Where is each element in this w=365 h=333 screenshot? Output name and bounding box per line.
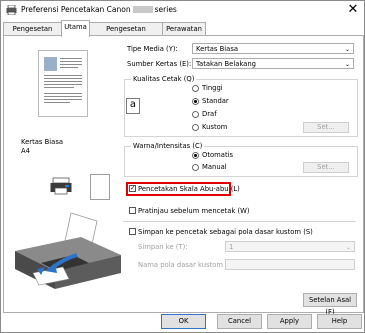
media-type-value: Kertas Biasa bbox=[196, 45, 239, 53]
radio-quality-draft-label: Draf bbox=[202, 110, 217, 118]
preview-line bbox=[44, 96, 82, 97]
preview-line bbox=[44, 102, 70, 103]
help-button[interactable]: Help bbox=[317, 314, 362, 329]
cancel-button[interactable]: Cancel bbox=[217, 314, 262, 329]
media-type-label: Tipe Media (Y): bbox=[127, 45, 178, 53]
paper-source-select[interactable]: Tatakan Belakang ⌄ bbox=[192, 58, 354, 69]
window-title: Preferensi Pencetakan Canon series bbox=[21, 5, 177, 14]
preview-line bbox=[44, 93, 82, 94]
custom-name-label: Nama pola dasar kustom bbox=[138, 261, 224, 269]
preview-image-block bbox=[44, 57, 57, 71]
paper-orientation-icon bbox=[90, 174, 110, 200]
radio-quality-standard-label: Standar bbox=[202, 97, 229, 105]
radio-color-auto[interactable] bbox=[192, 152, 199, 159]
tab-strip: Pengesetan Cepat Utama Pengesetan Halama… bbox=[1, 20, 364, 46]
printer-illustration bbox=[15, 212, 121, 289]
tab-main[interactable]: Utama bbox=[61, 20, 90, 37]
quality-set-button[interactable]: Set... bbox=[303, 122, 349, 133]
tab-page-setup[interactable]: Pengesetan Halaman bbox=[89, 22, 163, 46]
close-button[interactable]: ✕ bbox=[345, 2, 361, 18]
radio-color-auto-label: Otomatis bbox=[202, 151, 234, 159]
preview-line bbox=[60, 61, 82, 62]
tab-maintenance[interactable]: Perawatan bbox=[162, 22, 206, 36]
radio-color-manual[interactable] bbox=[192, 164, 199, 171]
preview-line bbox=[60, 67, 78, 68]
save-to-value: 1 bbox=[229, 243, 234, 251]
radio-quality-high-label: Tinggi bbox=[202, 84, 223, 92]
radio-color-manual-label: Manual bbox=[202, 163, 227, 171]
color-intensity-title: Warna/Intensitas (C) bbox=[131, 142, 205, 150]
print-preferences-window: Preferensi Pencetakan Canon series ✕ Peng… bbox=[0, 0, 365, 333]
print-quality-preview: a bbox=[126, 98, 140, 114]
chevron-down-icon: ⌄ bbox=[344, 61, 350, 68]
preview-before-print-label: Pratinjau sebelum mencetak (W) bbox=[138, 207, 250, 215]
printer-source-icon bbox=[50, 177, 72, 195]
preview-line bbox=[44, 78, 82, 79]
preview-line bbox=[44, 81, 82, 82]
save-to-label: Simpan ke (T): bbox=[138, 243, 188, 251]
grayscale-label: Pencetakan Skala Abu-abu (L) bbox=[138, 185, 240, 193]
color-set-button[interactable]: Set... bbox=[303, 162, 349, 173]
save-custom-checkbox[interactable] bbox=[129, 228, 136, 235]
preview-line bbox=[44, 87, 74, 88]
media-type-select[interactable]: Kertas Biasa ⌄ bbox=[192, 43, 354, 54]
radio-quality-draft[interactable] bbox=[192, 111, 199, 118]
chevron-down-icon: ⌄ bbox=[344, 46, 350, 53]
media-info: Kertas Biasa A4 bbox=[21, 138, 63, 156]
paper-size-text: A4 bbox=[21, 147, 30, 155]
ok-button[interactable]: OK bbox=[161, 314, 206, 329]
preview-line bbox=[60, 58, 82, 59]
defaults-button[interactable]: Setelan Asal (F) bbox=[303, 293, 357, 316]
media-name-text: Kertas Biasa bbox=[21, 138, 64, 146]
title-bar: Preferensi Pencetakan Canon series ✕ bbox=[1, 1, 364, 20]
preview-before-print-checkbox[interactable] bbox=[129, 207, 136, 214]
custom-name-input[interactable] bbox=[225, 259, 355, 270]
preview-line bbox=[60, 64, 82, 65]
chevron-down-icon: ⌄ bbox=[345, 244, 351, 251]
tab-quick-setup[interactable]: Pengesetan Cepat bbox=[3, 22, 62, 46]
radio-quality-standard[interactable] bbox=[192, 98, 199, 105]
radio-quality-high[interactable] bbox=[192, 85, 199, 92]
redacted-model bbox=[132, 6, 153, 13]
printer-app-icon bbox=[6, 5, 17, 15]
radio-quality-custom[interactable] bbox=[192, 124, 199, 131]
page-preview bbox=[38, 50, 88, 117]
save-to-select[interactable]: 1 ⌄ bbox=[225, 241, 355, 252]
print-quality-title: Kualitas Cetak (Q) bbox=[131, 75, 197, 83]
apply-button[interactable]: Apply bbox=[267, 314, 312, 329]
section-divider bbox=[123, 221, 356, 222]
grayscale-checkbox[interactable]: ✓ bbox=[129, 185, 136, 192]
preview-line bbox=[44, 99, 82, 100]
radio-quality-custom-label: Kustom bbox=[202, 123, 228, 131]
save-custom-label: Simpan ke pencetak sebagai pola dasar ku… bbox=[138, 228, 313, 236]
paper-source-label: Sumber Kertas (E): bbox=[127, 60, 192, 68]
preview-line bbox=[44, 75, 82, 76]
preview-line bbox=[44, 84, 82, 85]
paper-source-value: Tatakan Belakang bbox=[196, 60, 256, 68]
